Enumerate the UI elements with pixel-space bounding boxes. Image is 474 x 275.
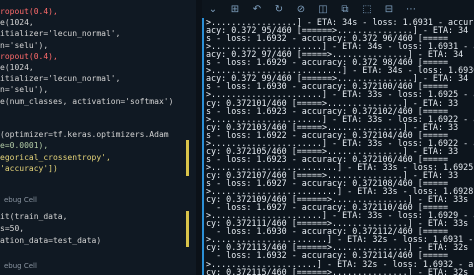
interrupt-icon[interactable]: ⊘ bbox=[290, 0, 312, 18]
output-stream-indicator bbox=[202, 18, 204, 275]
restart-icon[interactable]: ↻ bbox=[268, 0, 290, 18]
insert-cell-icon[interactable]: ⊞ bbox=[224, 0, 246, 18]
code-line[interactable]: n='selu'), bbox=[0, 84, 48, 95]
code-line[interactable]: n='selu'), bbox=[0, 40, 48, 51]
save-icon[interactable]: ⬚ bbox=[356, 0, 378, 18]
code-line[interactable]: it(train_data, bbox=[0, 211, 67, 222]
clear-output-icon[interactable]: ◫ bbox=[312, 0, 334, 18]
code-line[interactable]: itializer='lecun_normal', bbox=[0, 28, 120, 39]
code-line[interactable]: s=50, bbox=[0, 223, 24, 234]
undo-icon[interactable]: ↶ bbox=[246, 0, 268, 18]
code-line[interactable]: e=0.0001), bbox=[0, 140, 48, 151]
code-line[interactable]: itializer='lecun_normal', bbox=[0, 73, 120, 84]
split-view-icon[interactable]: ⊟ bbox=[378, 0, 400, 18]
code-editor[interactable]: ropout(0.4), e(1024, itializer='lecun_norm… bbox=[0, 0, 196, 275]
debug-cell-link[interactable]: ebug Cell bbox=[4, 196, 37, 204]
more-icon[interactable]: ⋯ bbox=[400, 0, 422, 18]
copy-icon[interactable]: ⧉ bbox=[334, 0, 356, 18]
code-line[interactable]: e(1024, bbox=[0, 17, 34, 28]
modified-line-marker bbox=[186, 140, 189, 176]
code-line[interactable]: e(num_classes, activation='softmax') bbox=[0, 96, 173, 107]
chevron-down-icon[interactable]: ⌄ bbox=[202, 0, 224, 18]
output-panel: ⌄ ⊞ ↶ ↻ ⊘ ◫ ⧉ ⬚ ⊟ ⋯ >.................] - ETA: 34… bbox=[202, 0, 474, 275]
code-line[interactable]: e(1024, bbox=[0, 62, 34, 73]
modified-line-marker bbox=[186, 211, 189, 247]
debug-cell-link[interactable]: ebug Cell bbox=[4, 262, 37, 270]
output-toolbar: ⌄ ⊞ ↶ ↻ ⊘ ◫ ⧉ ⬚ ⊟ ⋯ bbox=[202, 0, 474, 18]
code-line[interactable]: (optimizer=tf.keras.optimizers.Adam bbox=[0, 129, 169, 140]
code-line[interactable]: ropout(0.4), bbox=[0, 6, 58, 17]
code-line[interactable]: ation_data=test_data) bbox=[0, 235, 101, 246]
output-line: cy: 0.372115/460 [======>...............… bbox=[206, 266, 469, 275]
code-line[interactable]: 'accuracy']) bbox=[0, 163, 58, 174]
code-line[interactable]: egorical_crossentropy', bbox=[0, 152, 111, 163]
code-line[interactable]: ropout(0.4), bbox=[0, 51, 58, 62]
